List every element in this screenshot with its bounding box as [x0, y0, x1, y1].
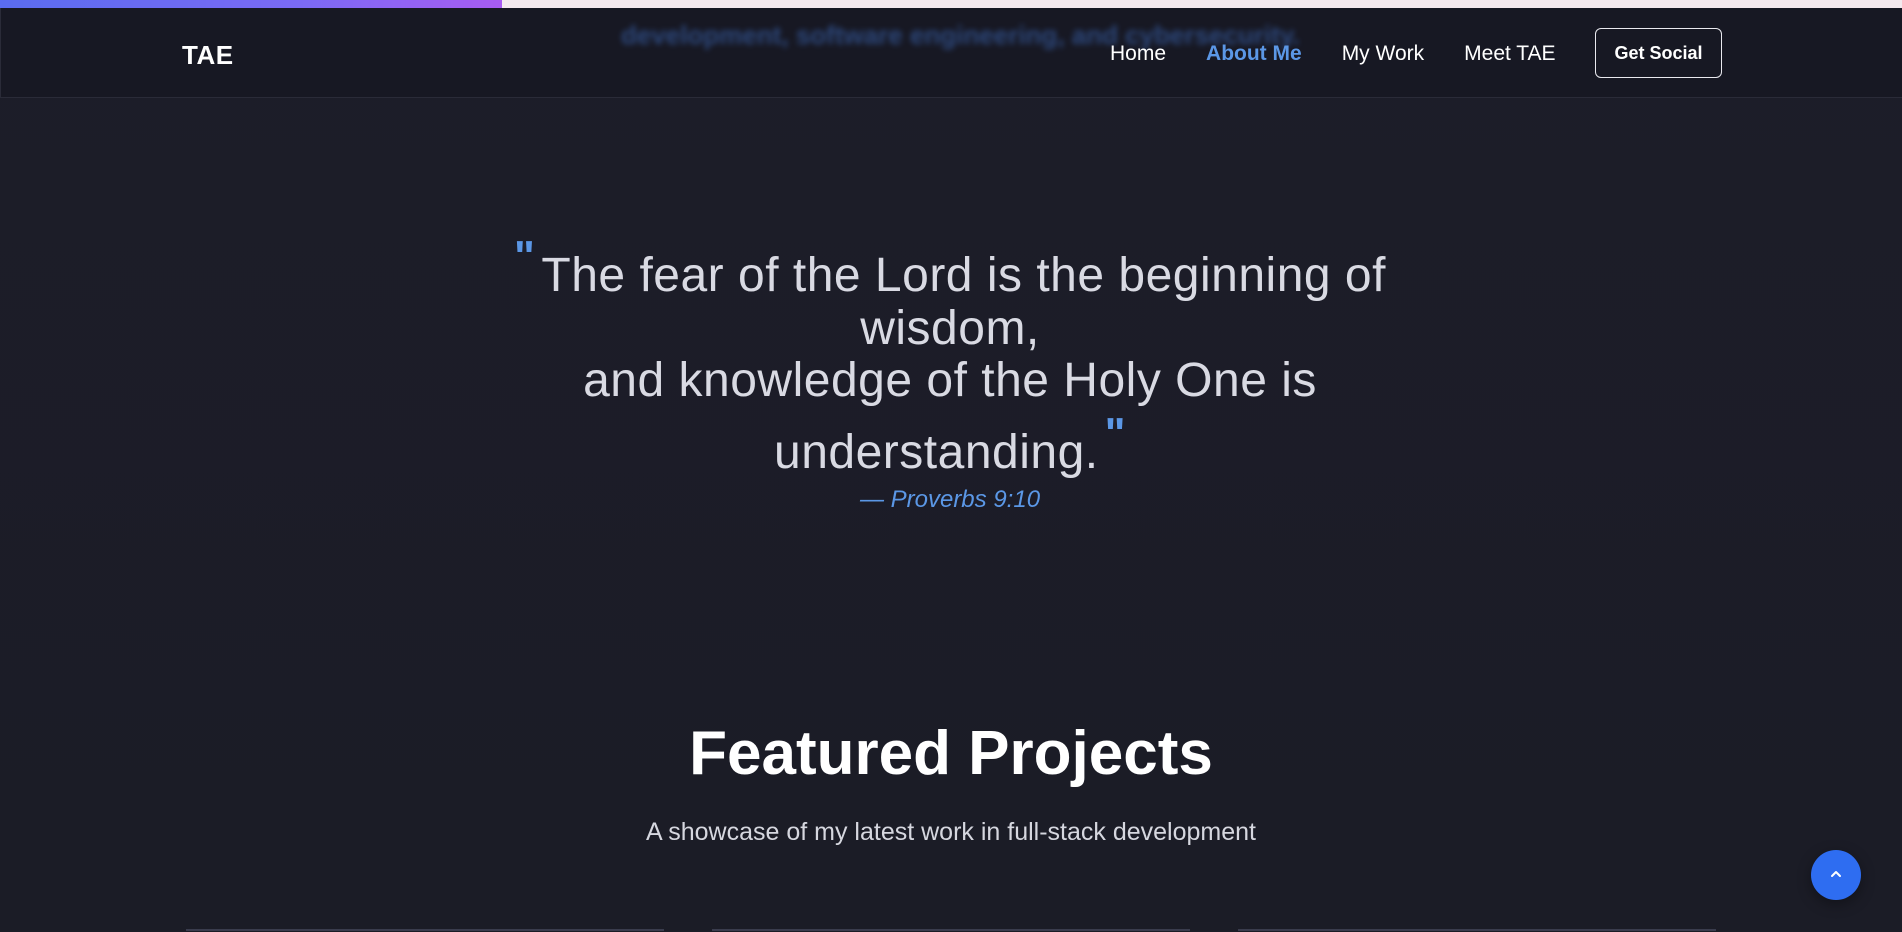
section-subtitle: A showcase of my latest work in full-sta…: [646, 818, 1256, 846]
quote-line-3: understanding. ": [420, 409, 1480, 480]
scroll-progress-bar: [0, 0, 503, 8]
project-card-edge: [1238, 929, 1716, 931]
project-card-edge: [186, 929, 664, 931]
nav-link-my-work[interactable]: My Work: [1342, 42, 1424, 66]
quote-text: " The fear of the Lord is the beginning o…: [420, 232, 1480, 480]
quote-line-2: and knowledge of the Holy One is: [583, 354, 1317, 407]
close-quote-mark: ": [1104, 409, 1126, 458]
brand-logo[interactable]: TAE: [182, 40, 234, 71]
back-to-top-button[interactable]: [1811, 850, 1861, 900]
project-cards-top-edge: [0, 926, 1902, 932]
get-social-button[interactable]: Get Social: [1595, 28, 1722, 78]
quote-line-1: " The fear of the Lord is the beginning o…: [420, 232, 1480, 355]
open-quote-mark: ": [514, 232, 536, 281]
quote-line-1-text: The fear of the Lord is the beginning of…: [541, 249, 1386, 355]
nav-links: Home About Me My Work Meet TAE: [1110, 42, 1596, 66]
project-card-edge: [712, 929, 1190, 931]
section-title: Featured Projects: [689, 719, 1213, 788]
navbar: development, software engineering, and c…: [0, 8, 1902, 98]
nav-link-home[interactable]: Home: [1110, 42, 1166, 66]
page: development, software engineering, and c…: [0, 0, 1902, 932]
quote-section: " The fear of the Lord is the beginning o…: [420, 232, 1480, 513]
nav-link-about-me[interactable]: About Me: [1206, 42, 1302, 66]
chevron-up-icon: [1828, 866, 1844, 885]
quote-line-3-text: understanding.: [774, 426, 1099, 479]
quote-citation: — Proverbs 9:10: [859, 486, 1041, 513]
scroll-progress-track: [0, 0, 1902, 8]
nav-link-meet-tae[interactable]: Meet TAE: [1464, 42, 1555, 66]
